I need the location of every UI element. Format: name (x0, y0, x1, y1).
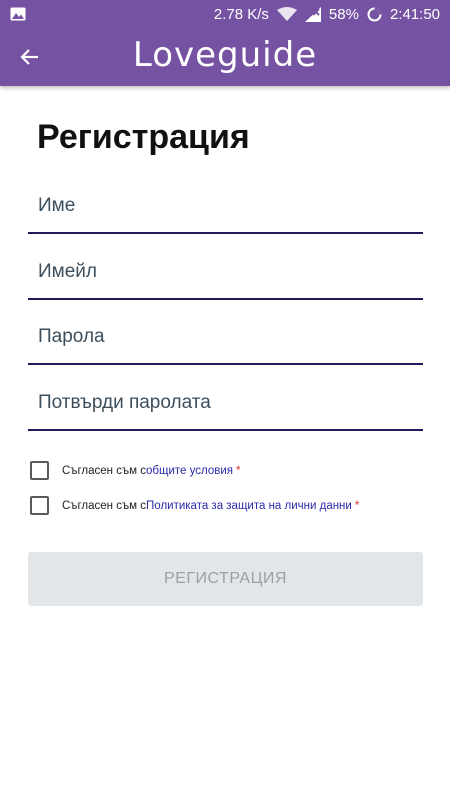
battery-icon (367, 7, 382, 22)
privacy-row: Съгласен съм с Политиката за защита на л… (30, 496, 359, 515)
terms-link[interactable]: общите условия (146, 465, 233, 477)
name-field-container (28, 182, 423, 234)
privacy-checkbox[interactable] (30, 496, 49, 515)
image-icon (10, 7, 26, 21)
status-bar: 2.78 K/s 58% 2:41:50 (0, 0, 450, 28)
password-field-container (28, 313, 423, 365)
privacy-required-mark: * (354, 499, 360, 512)
email-field-container (28, 248, 423, 300)
terms-label: Съгласен съм с (62, 464, 147, 477)
privacy-label: Съгласен съм с (62, 499, 147, 512)
signal-icon (304, 6, 321, 22)
terms-checkbox[interactable] (30, 461, 49, 480)
battery-percent: 58% (328, 5, 359, 23)
confirm-password-input[interactable] (38, 379, 413, 427)
privacy-link[interactable]: Политиката за защита на лични данни (146, 500, 352, 512)
app-logo: Loveguide (132, 35, 318, 75)
app-bar: Loveguide (0, 28, 450, 86)
terms-row: Съгласен съм с общите условия * (30, 461, 240, 480)
name-input[interactable] (38, 182, 413, 230)
register-button[interactable]: РЕГИСТРАЦИЯ (28, 552, 423, 606)
confirm-password-field-container (28, 379, 423, 431)
terms-required-mark: * (236, 464, 241, 477)
email-input[interactable] (38, 248, 413, 296)
network-speed: 2.78 K/s (213, 5, 269, 23)
password-input[interactable] (38, 313, 413, 361)
clock: 2:41:50 (389, 5, 440, 23)
page-title: Регистрация (37, 118, 250, 156)
wifi-icon (276, 6, 297, 22)
